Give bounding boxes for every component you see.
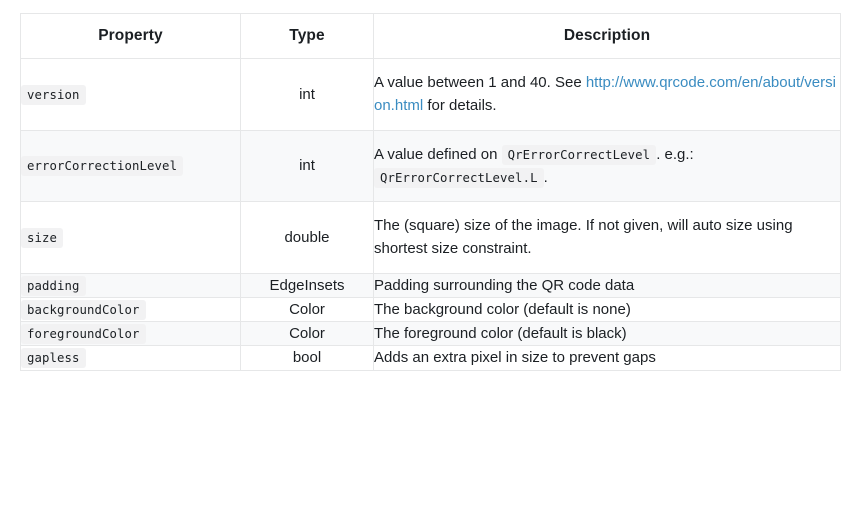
properties-table: Property Type Description version int A … <box>20 13 841 371</box>
enum-code-badge: QrErrorCorrectLevel <box>501 144 657 165</box>
table-row: foregroundColor Color The foreground col… <box>20 320 841 347</box>
table-row: padding EdgeInsets Padding surrounding t… <box>20 272 841 298</box>
table-row: size double The (square) size of the ima… <box>20 201 841 274</box>
property-type-cell: EdgeInsets <box>240 272 374 298</box>
table-row: errorCorrectionLevel int A value defined… <box>20 129 841 202</box>
column-header-type: Type <box>240 13 374 59</box>
property-code-badge: foregroundColor <box>21 324 146 344</box>
property-description-cell: The background color (default is none) <box>373 296 841 323</box>
description-lead-text: A value between 1 and 40. See <box>374 74 586 91</box>
description-tail-text-2: for details. <box>427 97 497 115</box>
property-type-cell: Color <box>240 320 374 347</box>
property-name-cell: padding <box>20 272 241 298</box>
property-description-cell: A value defined on QrErrorCorrectLevel. … <box>373 129 841 202</box>
property-description-cell: The foreground color (default is black) <box>373 320 841 347</box>
property-description-cell: A value between 1 and 40. See http://www… <box>373 58 841 131</box>
column-header-property: Property <box>20 13 241 59</box>
table-body: version int A value between 1 and 40. Se… <box>20 58 841 371</box>
property-code-badge: version <box>21 84 86 105</box>
enum-value-code-badge: QrErrorCorrectLevel.L <box>374 167 544 188</box>
property-type-cell: Color <box>240 296 374 323</box>
table-header: Property Type Description <box>20 13 841 59</box>
property-name-cell: foregroundColor <box>20 320 241 347</box>
column-header-description: Description <box>373 13 841 59</box>
table-row: gapless bool Adds an extra pixel in size… <box>20 345 841 371</box>
property-name-cell: errorCorrectionLevel <box>20 129 241 202</box>
description-lead-text: A value defined on <box>374 145 502 163</box>
property-code-badge: errorCorrectionLevel <box>21 156 184 177</box>
property-name-cell: size <box>20 201 241 274</box>
property-type-cell: int <box>240 58 374 131</box>
property-code-badge: gapless <box>21 348 86 369</box>
properties-table-wrapper: Property Type Description version int A … <box>20 13 841 371</box>
property-type-cell: bool <box>240 345 374 371</box>
property-description-cell: Adds an extra pixel in size to prevent g… <box>373 345 841 371</box>
property-name-cell: version <box>20 58 241 131</box>
property-code-badge: backgroundColor <box>21 299 146 320</box>
property-name-cell: backgroundColor <box>20 296 241 323</box>
description-tail-text: . <box>543 168 548 186</box>
property-type-cell: int <box>240 129 374 202</box>
table-row: version int A value between 1 and 40. Se… <box>20 58 841 131</box>
property-description-cell: Padding surrounding the QR code data <box>373 272 841 298</box>
property-name-cell: gapless <box>20 345 241 371</box>
property-description-cell: The (square) size of the image. If not g… <box>373 201 841 274</box>
table-row: backgroundColor Color The background col… <box>20 296 841 323</box>
documentation-page: Property Type Description version int A … <box>0 0 855 508</box>
table-header-row: Property Type Description <box>20 13 841 59</box>
property-type-cell: double <box>240 201 374 274</box>
description-mid-text: . e.g.: <box>656 145 694 163</box>
property-code-badge: size <box>21 227 64 248</box>
property-code-badge: padding <box>21 275 86 296</box>
